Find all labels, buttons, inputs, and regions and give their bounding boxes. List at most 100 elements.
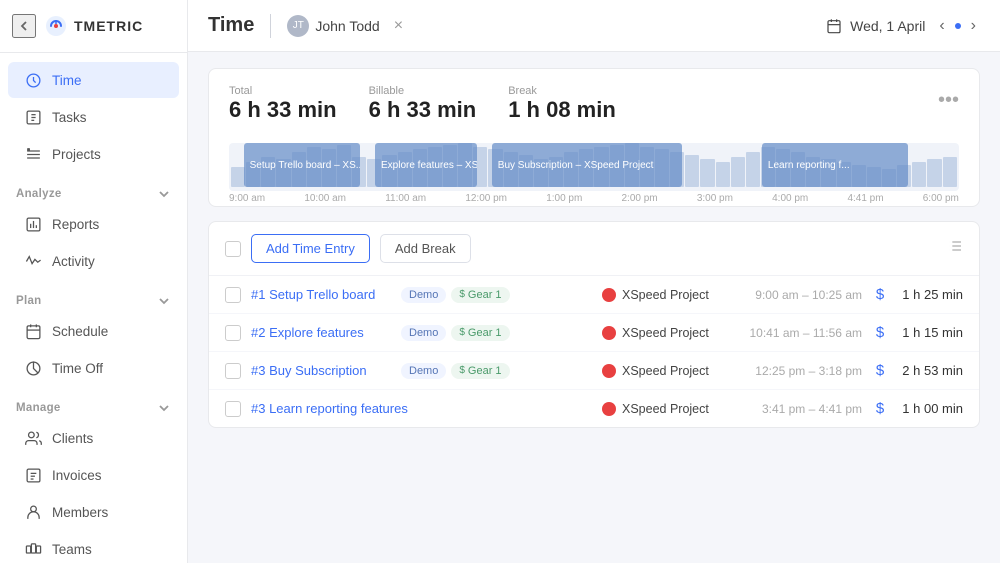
sidebar-item-members[interactable]: Members [8,494,179,530]
billable-stat: Billable 6 h 33 min [369,85,477,123]
timeline-segment-4: Learn reporting f... [762,143,908,187]
gear-tag: $Gear 1 [451,287,509,303]
timeoff-icon [24,359,42,377]
entry-checkbox-1[interactable] [225,287,241,303]
entry-project-4: XSpeed Project [622,402,732,416]
sidebar-item-label: Time [52,73,82,88]
next-date-button[interactable]: › [967,15,980,37]
topbar-date: Wed, 1 April [826,18,925,34]
sidebar-item-clients[interactable]: Clients [8,420,179,456]
prev-date-button[interactable]: ‹ [935,15,948,37]
summary-stats: Total 6 h 33 min Billable 6 h 33 min Bre… [229,85,616,123]
sidebar-item-timeoff[interactable]: Time Off [8,350,179,386]
activity-icon [24,252,42,270]
entry-checkbox-2[interactable] [225,325,241,341]
content-area: Total 6 h 33 min Billable 6 h 33 min Bre… [188,52,1000,563]
sidebar-item-invoices[interactable]: Invoices [8,457,179,493]
avatar: JT [287,15,309,37]
tag: Demo [401,363,446,379]
section-manage: Manage [0,387,187,419]
entry-title-4[interactable]: #3 Learn reporting features [251,401,408,416]
timeline-segment-3: Buy Subscription – XSpeed Project [492,143,682,187]
total-value: 6 h 33 min [229,97,337,123]
sidebar-item-tasks[interactable]: Tasks [8,99,179,135]
timeline-segment-2: Explore features – XS... [375,143,477,187]
tag: Demo [401,287,446,303]
sidebar-item-label: Projects [52,147,101,162]
sidebar-item-activity[interactable]: Activity [8,243,179,279]
billable-label: Billable [369,85,477,97]
page-title: Time [208,14,254,37]
entry-time-range-2: 10:41 am – 11:56 am [742,326,862,340]
total-stat: Total 6 h 33 min [229,85,337,123]
break-label: Break [508,85,616,97]
entry-project-2: XSpeed Project [622,326,732,340]
main-content: Time JT John Todd × Wed, 1 April ‹ › Tot… [188,0,1000,563]
timeline-segment-1: Setup Trello board – XS... [244,143,361,187]
entry-tags-1: Demo $Gear 1 [401,287,510,303]
clients-icon [24,429,42,447]
entry-billable-icon-3: $ [872,362,888,379]
time-icon [24,71,42,89]
entries-toolbar: Add Time Entry Add Break [209,222,979,276]
select-all-checkbox[interactable] [225,241,241,257]
reports-icon [24,215,42,233]
sidebar-item-label: Clients [52,431,93,446]
sidebar-item-label: Schedule [52,324,108,339]
tasks-icon [24,108,42,126]
summary-card: Total 6 h 33 min Billable 6 h 33 min Bre… [208,68,980,207]
project-dot [602,402,616,416]
invoices-icon [24,466,42,484]
sidebar-back-button[interactable] [12,14,36,38]
entry-title-1[interactable]: #1 Setup Trello board [251,287,391,302]
close-user-button[interactable]: × [394,17,403,35]
entry-time-range-4: 3:41 pm – 4:41 pm [742,402,862,416]
topbar-user: JT John Todd × [287,15,403,37]
table-row: #3 Buy Subscription Demo $Gear 1 XSpeed … [209,352,979,390]
project-dot [602,364,616,378]
sidebar-item-projects[interactable]: Projects [8,136,179,172]
entry-title-3[interactable]: #3 Buy Subscription [251,363,391,378]
entry-checkbox-3[interactable] [225,363,241,379]
entry-time-range-3: 12:25 pm – 3:18 pm [742,364,862,378]
sidebar-item-teams[interactable]: Teams [8,531,179,563]
sidebar-item-label: Invoices [52,468,102,483]
topbar-divider [270,14,271,38]
filter-icon[interactable] [947,238,963,259]
entry-billable-icon-4: $ [872,400,888,417]
sidebar: TMETRIC Time Tasks Projects Analyze [0,0,188,563]
sidebar-item-label: Tasks [52,110,87,125]
app-logo: TMETRIC [44,14,143,38]
entry-duration-1: 1 h 25 min [898,287,963,302]
entry-billable-icon-1: $ [872,286,888,303]
sidebar-item-schedule[interactable]: Schedule [8,313,179,349]
break-stat: Break 1 h 08 min [508,85,616,123]
add-time-entry-button[interactable]: Add Time Entry [251,234,370,263]
billable-value: 6 h 33 min [369,97,477,123]
sidebar-item-label: Reports [52,217,99,232]
entry-tags-2: Demo $Gear 1 [401,325,510,341]
table-row: #2 Explore features Demo $Gear 1 XSpeed … [209,314,979,352]
entry-project-1: XSpeed Project [622,288,732,302]
entry-title-2[interactable]: #2 Explore features [251,325,391,340]
entry-checkbox-4[interactable] [225,401,241,417]
sidebar-item-label: Activity [52,254,95,269]
topbar: Time JT John Todd × Wed, 1 April ‹ › [188,0,1000,52]
sidebar-item-label: Time Off [52,361,103,376]
section-analyze: Analyze [0,173,187,205]
members-icon [24,503,42,521]
entry-billable-icon-2: $ [872,324,888,341]
user-name: John Todd [315,18,379,34]
summary-more-button[interactable]: ••• [938,89,959,112]
entries-card: Add Time Entry Add Break #1 Setup Trello… [208,221,980,428]
entry-tags-3: Demo $Gear 1 [401,363,510,379]
tag: Demo [401,325,446,341]
entries-list: #1 Setup Trello board Demo $Gear 1 XSpee… [209,276,979,427]
date-navigation: ‹ › [935,15,980,37]
project-dot [602,288,616,302]
today-dot[interactable] [955,23,961,29]
sidebar-item-reports[interactable]: Reports [8,206,179,242]
table-row: #1 Setup Trello board Demo $Gear 1 XSpee… [209,276,979,314]
add-break-button[interactable]: Add Break [380,234,471,263]
sidebar-item-time[interactable]: Time [8,62,179,98]
